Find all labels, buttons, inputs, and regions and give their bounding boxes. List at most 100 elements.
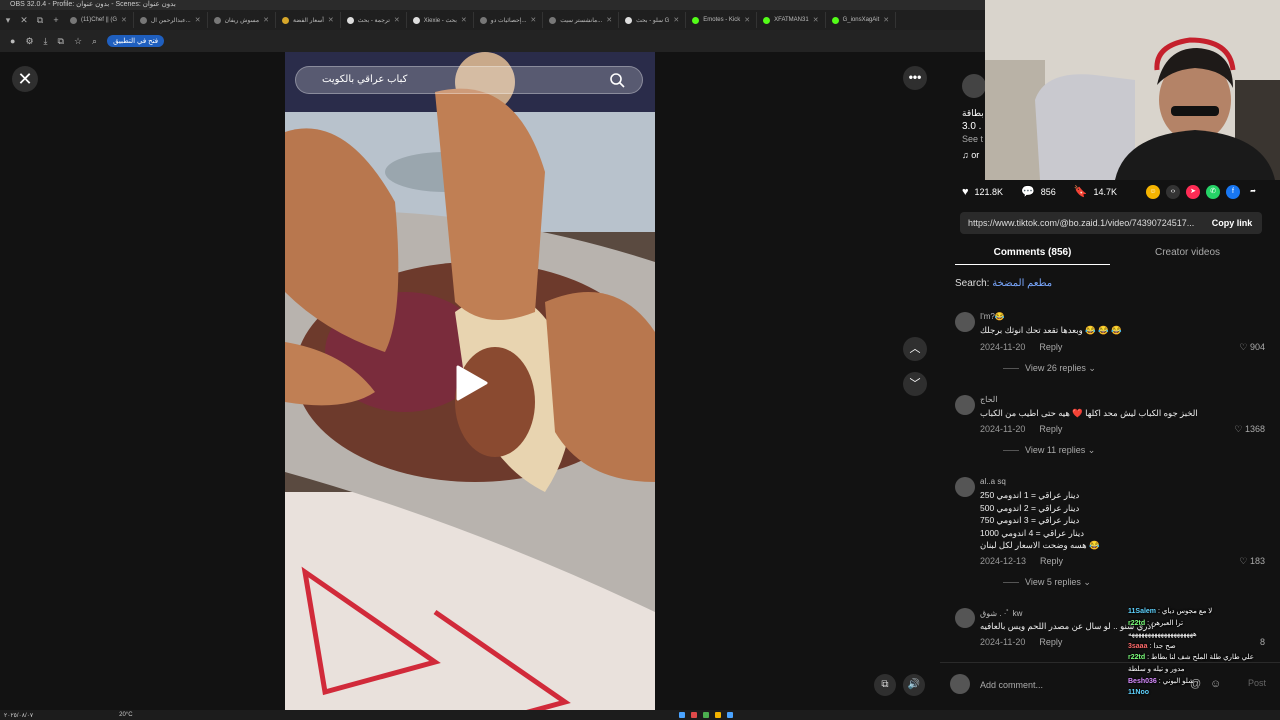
tab-6[interactable]: إحصائيات دو... ✕ [474,12,544,28]
download-icon[interactable]: ⤓ [44,36,48,47]
share-arrow-icon[interactable]: ➦ [1246,185,1260,199]
close-icon[interactable]: ✕ [673,16,679,24]
comment-likes[interactable]: ♡ 1368 [1234,424,1265,435]
close-icon[interactable]: ✕ [606,16,612,24]
avatar[interactable] [955,395,975,415]
saves-count: 14.7K [1093,186,1118,197]
add-comment-input[interactable]: Add comment... [950,674,1140,696]
embed-icon[interactable]: ‹› [1166,185,1180,199]
comment-icon[interactable]: 💬 [1021,185,1035,198]
comment-likes[interactable]: ♡ 183 [1239,556,1265,567]
comments-count: 856 [1040,186,1056,197]
tab-7[interactable]: مانشستر سيت... ✕ [543,12,620,28]
play-icon[interactable] [455,364,489,402]
taskbar-app-icon[interactable] [690,712,697,718]
related-search[interactable]: Search: مطعم المضخة [955,278,1052,289]
view-replies-button[interactable]: View 5 replies ⌄ [1003,577,1091,588]
search-icon[interactable] [609,72,625,88]
emoji-share-icon[interactable]: ☺ [1146,185,1160,199]
chat-text: علي طاري طلة الملح شف لنا بطاط [1150,654,1254,662]
next-video-button[interactable]: ﹀ [903,372,927,396]
whatsapp-icon[interactable]: ✆ [1206,185,1220,199]
tab-close-icon[interactable]: ✕ [16,15,32,26]
avatar[interactable] [955,312,975,332]
chat-message: مدور و تيله و سلطة [1128,664,1280,676]
comment-likes[interactable]: ♡ 904 [1239,342,1265,353]
likes-count: 1368 [1244,424,1265,434]
tiktok-icon [70,16,77,24]
tab-3[interactable]: أسعار الفضة ✕ [276,12,341,28]
avatar[interactable] [955,608,975,628]
more-options-button[interactable]: ••• [903,66,927,90]
reply-button[interactable]: Reply [1039,342,1062,352]
previous-video-button[interactable]: ︿ [903,337,927,361]
bookmark-icon[interactable]: 🔖 [1074,185,1088,198]
copy-link-button[interactable]: Copy link [1202,212,1262,234]
facebook-icon[interactable]: f [1226,185,1240,199]
tab-2[interactable]: مسوش ريفان ✕ [208,12,276,28]
likes-count: 183 [1249,556,1265,566]
close-icon[interactable]: ✕ [744,16,750,24]
reply-button[interactable]: Reply [1040,556,1063,566]
heart-icon[interactable]: ♥ [962,186,969,198]
new-tab-icon[interactable]: + [48,15,64,25]
comment-username[interactable]: شوق . ·ﾟ kw [980,608,1022,619]
taskbar-app-icon[interactable] [726,712,733,718]
tab-10[interactable]: XFATMAN31 ✕ [757,12,826,28]
close-icon[interactable]: ✕ [530,16,536,24]
reply-button[interactable]: Reply [1039,424,1062,434]
search-query[interactable]: مطعم المضخة [992,278,1052,289]
taskbar-app-icon[interactable] [702,712,709,718]
close-icon[interactable]: ✕ [461,16,467,24]
close-icon[interactable]: ✕ [195,16,201,24]
tab-1[interactable]: عبدالرحمن ال... ✕ [134,12,208,28]
send-icon[interactable]: ➤ [1186,185,1200,199]
volume-button[interactable]: 🔊 [903,674,925,696]
tab-9[interactable]: Emotes - Kick ✕ [686,12,758,28]
tune-icon[interactable]: ⚙ [25,36,33,47]
view-replies-button[interactable]: View 26 replies ⌄ [1003,363,1096,374]
tab-4[interactable]: ترجمة - بحث ✕ [341,12,407,28]
close-video-button[interactable]: ✕ [12,66,38,92]
close-icon[interactable]: ✕ [121,16,127,24]
profile-icon[interactable]: ● [10,36,15,46]
close-icon[interactable]: ✕ [263,16,269,24]
close-icon[interactable]: ✕ [813,16,819,24]
reply-button[interactable]: Reply [1039,637,1062,647]
start-icon[interactable] [678,712,685,718]
view-replies-button[interactable]: View 11 replies ⌄ [1003,445,1095,456]
music-line[interactable]: ♫ or [962,150,979,160]
video-player[interactable]: كباب عراقي بالكويت [285,52,655,710]
browser-tab-strip: ▾ ✕ ⧉ + (11)Chef || (G ✕ عبدالرحمن ال... ✕… [0,10,985,30]
open-in-app-button[interactable]: فتح في التطبيق [107,35,165,47]
video-search-input[interactable]: كباب عراقي بالكويت [295,66,643,94]
taskbar-app-icon[interactable] [714,712,721,718]
caption-fragment: 3.0 . [962,121,982,132]
creator-avatar[interactable] [962,74,986,98]
tab-creator-videos[interactable]: Creator videos [1110,241,1265,265]
tab-5[interactable]: Xiexie - بحث ✕ [407,12,474,28]
bookmark-star-icon[interactable]: ☆ [74,36,82,47]
window-menu-icon[interactable]: ▾ [0,15,16,26]
comment-username[interactable]: الحاج [980,395,997,404]
chat-text: ترا العبرهن [1150,619,1184,627]
avatar[interactable] [955,477,975,497]
close-icon[interactable]: ✕ [328,16,334,24]
tab-comments[interactable]: Comments (856) [955,241,1110,265]
tab-0[interactable]: (11)Chef || (G ✕ [64,12,134,28]
comment-username[interactable]: al..a sq [980,477,1006,486]
tab-11[interactable]: G_ionsXagAit ✕ [826,12,897,28]
stats-row: ♥ 121.8K 💬 856 🔖 14.7K [962,185,1118,199]
picture-in-picture-button[interactable]: ⧉ [874,674,896,696]
tiktok-video-page: ✕ كباب عراقي بالكويت ••• ︿ ﹀ ⧉ 🔊 [0,52,985,710]
see-more-link[interactable]: See t [962,134,983,144]
comment-meta: 2024-11-20 Reply [980,424,1062,434]
more-icon: ••• [908,70,922,84]
extensions-icon[interactable]: ⧉ [58,36,64,47]
zoom-icon[interactable]: ⌕ [92,36,97,47]
close-icon[interactable]: ✕ [883,16,889,24]
tab-search-icon[interactable]: ⧉ [32,15,48,26]
comment-username[interactable]: I'm?😂 [980,312,1005,321]
tab-8[interactable]: سلو - بحث G ✕ [619,12,687,28]
close-icon[interactable]: ✕ [394,16,400,24]
